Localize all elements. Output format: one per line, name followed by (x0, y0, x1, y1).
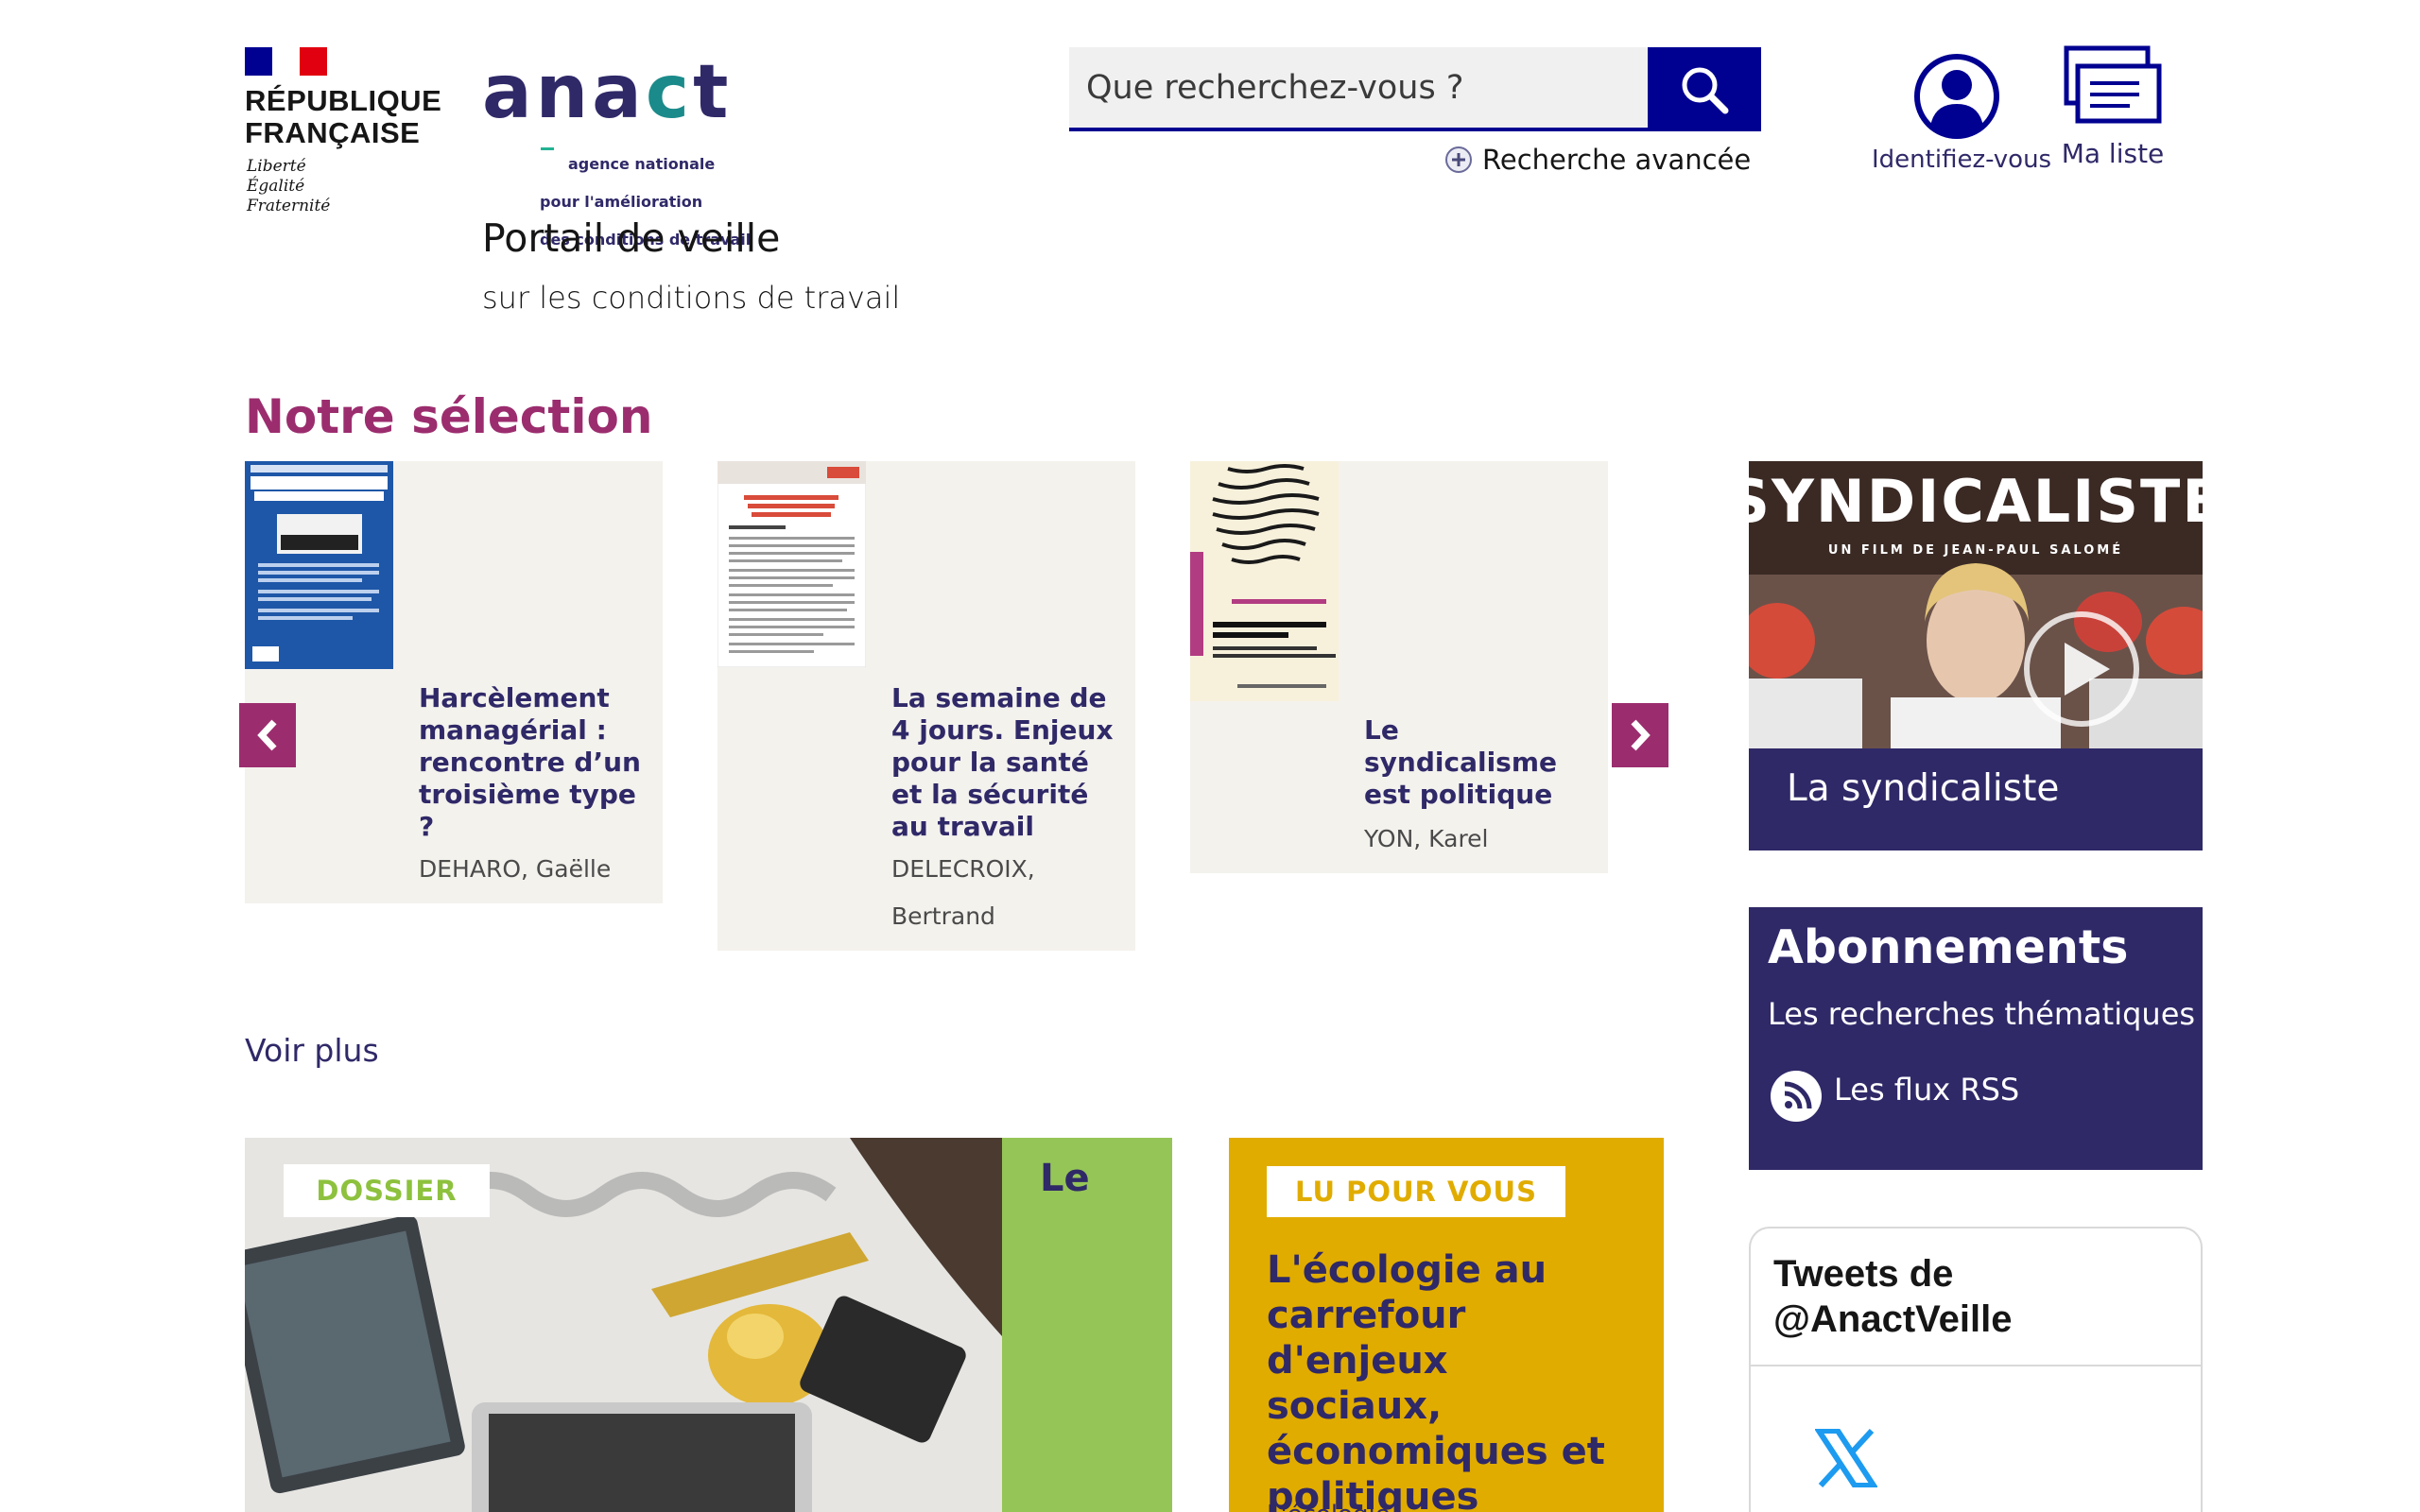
portal-title: Portail de veille (482, 215, 781, 261)
rss-icon (1771, 1071, 1822, 1122)
selection-card[interactable]: La semaine de 4 jours. Enjeux pour la sa… (717, 461, 1135, 951)
my-list-link[interactable]: Ma liste (2061, 45, 2165, 169)
card-title[interactable]: La semaine de 4 jours. Enjeux pour la sa… (891, 682, 1114, 843)
republique-francaise-name: RÉPUBLIQUE FRANÇAISE (245, 84, 442, 149)
republique-francaise-motto: Liberté Égalité Fraternité (247, 157, 331, 215)
carousel-prev-button[interactable] (239, 703, 296, 767)
twitter-widget: Tweets de @AnactVeille (1749, 1227, 2203, 1512)
carousel-next-button[interactable] (1612, 703, 1668, 767)
user-icon (1914, 54, 1999, 139)
x-logo-icon (1815, 1429, 1877, 1487)
search-field (1069, 47, 1648, 131)
advanced-search-link[interactable]: Recherche avancée (1444, 144, 1751, 176)
dossier-badge: DOSSIER (284, 1164, 490, 1217)
dossier-panel[interactable]: Le (1002, 1138, 1172, 1512)
card-author: DEHARO, Gaëlle (419, 855, 612, 883)
search-icon (1682, 67, 1729, 113)
divider (1751, 1365, 2201, 1366)
search-input[interactable] (1069, 47, 1648, 128)
thematic-searches-link[interactable]: Les recherches thématiques (1768, 996, 2195, 1032)
lu-pour-vous-badge: LU POUR VOUS (1267, 1166, 1565, 1217)
subscriptions-block: Abonnements Les recherches thématiques L… (1749, 907, 2203, 1170)
selection-title: Notre sélection (245, 389, 653, 444)
republique-francaise-flag (245, 47, 327, 76)
card-author: YON, Karel (1364, 825, 1489, 852)
film-poster-image: SYNDICALISTE UN FILM DE JEAN-PAUL SALOMÉ (1749, 461, 2203, 748)
video-block[interactable]: SYNDICALISTE UN FILM DE JEAN-PAUL SALOMÉ… (1749, 461, 2203, 850)
advanced-search-label: Recherche avancée (1482, 144, 1752, 176)
search-button[interactable] (1648, 47, 1761, 131)
video-caption[interactable]: La syndicaliste (1787, 767, 2059, 810)
card-title[interactable]: Le syndicalisme est politique (1364, 714, 1557, 811)
book-cover-image (245, 461, 393, 669)
document-cover-image (717, 461, 866, 667)
rss-feeds-link[interactable]: Les flux RSS (1834, 1072, 2019, 1108)
selection-card[interactable]: Harcèlement managérial : rencontre d’un … (245, 461, 663, 903)
card-title[interactable]: Harcèlement managérial : rencontre d’un … (419, 682, 641, 843)
lu-pour-vous-title[interactable]: L'écologie au carrefour d'enjeux sociaux… (1267, 1247, 1645, 1512)
dossier-title[interactable]: Le (1040, 1157, 1090, 1200)
portal-subtitle: sur les conditions de travail (482, 280, 901, 316)
book-cover-image (1190, 461, 1339, 701)
lu-pour-vous-excerpt: L'écologie... (1267, 1501, 1413, 1512)
anact-logo[interactable]: anact (482, 55, 732, 130)
selection-card[interactable]: Le syndicalisme est politique YON, Karel (1190, 461, 1608, 873)
card-author: DELECROIX, Bertrand (891, 855, 1035, 930)
chevron-right-icon (1631, 719, 1651, 751)
subscriptions-title: Abonnements (1768, 920, 2129, 974)
plus-circle-icon (1445, 146, 1472, 173)
film-poster-credit: UN FILM DE JEAN-PAUL SALOMÉ (1828, 542, 2123, 558)
lu-pour-vous-block[interactable]: LU POUR VOUS L'écologie au carrefour d'e… (1229, 1138, 1664, 1512)
login-label: Identifiez-vous (1872, 146, 2052, 174)
list-icon (2064, 45, 2162, 124)
voir-plus-link[interactable]: Voir plus (245, 1032, 379, 1069)
my-list-label: Ma liste (2061, 138, 2165, 169)
film-poster-title: SYNDICALISTE (1749, 467, 2203, 536)
chevron-left-icon (257, 719, 277, 751)
login-link[interactable]: Identifiez-vous (1872, 51, 2052, 174)
twitter-widget-title[interactable]: Tweets de @AnactVeille (1773, 1251, 2012, 1342)
